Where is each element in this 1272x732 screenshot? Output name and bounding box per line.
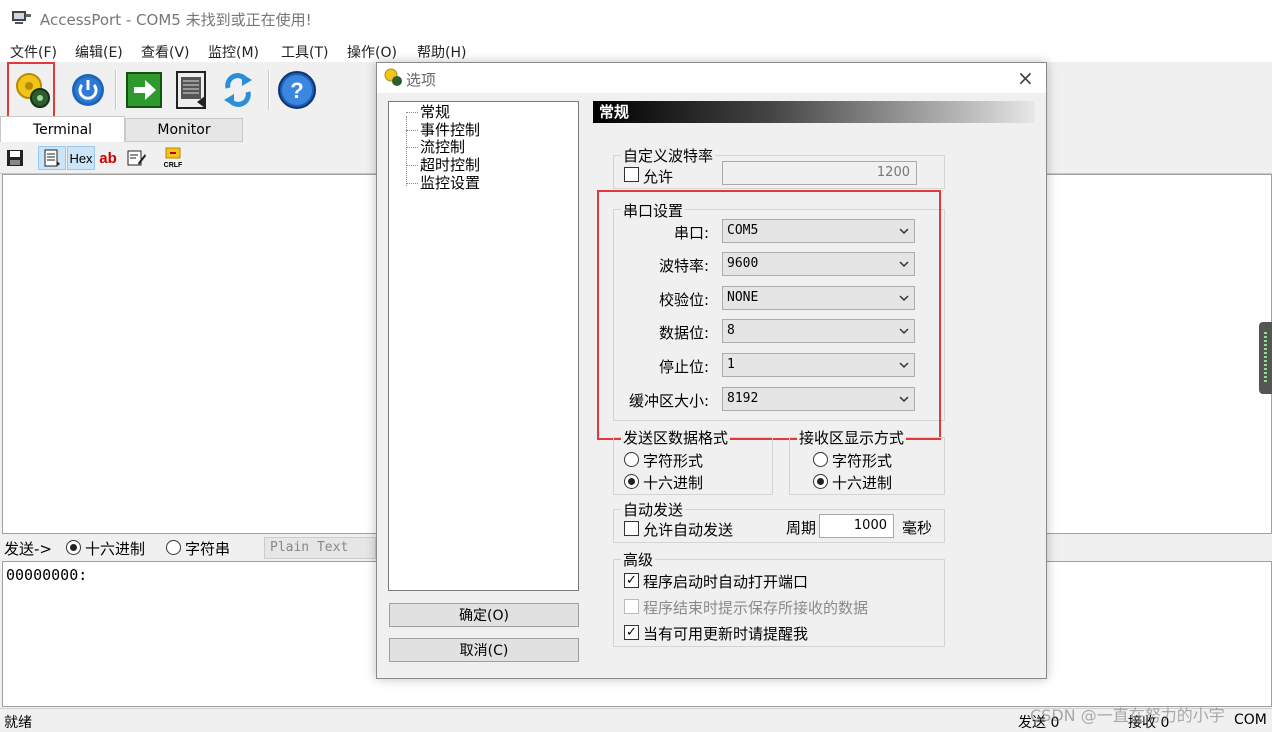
send-content: 00000000: [6,566,88,584]
send-char-label: 字符形式 [643,452,704,470]
send-hex-format-radio[interactable] [624,474,639,489]
update-remind-label: 当有可用更新时请提醒我 [643,625,809,643]
custom-baud-label: 允许 [643,168,674,186]
recv-format-title: 接收区显示方式 [797,427,907,448]
custom-baud-input[interactable]: 1200 [722,161,917,185]
help-button[interactable]: ? [275,68,319,112]
period-input[interactable]: 1000 [819,514,894,538]
menu-view[interactable]: 查看(V) [141,42,190,62]
tree-item-general[interactable]: 常规 [420,104,450,121]
section-header: 常规 [593,101,1035,123]
edit-button[interactable] [126,146,148,170]
connect-button[interactable] [122,68,166,112]
tree-item-flow[interactable]: 流控制 [420,139,465,156]
window-title: AccessPort - COM5 未找到或正在使用! [40,11,312,29]
document-icon [176,71,206,109]
close-icon[interactable]: × [1017,66,1034,90]
period-label: 周期 [786,519,817,537]
toolbar-separator [268,70,270,110]
format-button[interactable] [38,146,66,170]
save-button[interactable] [4,146,26,170]
help-icon: ? [278,71,316,109]
save-icon [7,150,23,166]
save-prompt-checkbox [624,599,639,614]
recv-char-radio[interactable] [813,452,828,467]
recv-hex-label: 十六进制 [832,474,893,492]
auto-send-checkbox[interactable] [624,521,639,536]
send-hex-format-label: 十六进制 [643,474,704,492]
send-string-radio[interactable] [166,540,181,555]
auto-send-label: 允许自动发送 [643,521,734,539]
text-toggle-button[interactable]: ab [97,146,119,170]
watermark: CSDN @一直在努力的小宇 [1030,706,1225,725]
menu-tools[interactable]: 工具(T) [281,42,328,62]
power-icon [72,74,104,106]
ok-button[interactable]: 确定(O) [389,603,579,627]
options-tree: 常规 事件控制 流控制 超时控制 监控设置 [388,101,579,591]
refresh-icon [224,73,252,107]
menu-help[interactable]: 帮助(H) [417,42,466,62]
send-string-label: 字符串 [185,540,231,558]
serial-highlight [597,190,941,440]
app-icon [12,11,31,24]
tree-item-timeout[interactable]: 超时控制 [420,157,480,174]
auto-send-title: 自动发送 [621,499,686,520]
tab-monitor[interactable]: Monitor [125,118,243,142]
refresh-button[interactable] [216,68,260,112]
tree-item-monitor[interactable]: 监控设置 [420,175,480,192]
tab-terminal[interactable]: Terminal [0,116,125,142]
options-highlight [7,62,55,122]
auto-open-checkbox[interactable]: ✓ [624,573,639,588]
options-dialog: 选项 × 常规 事件控制 流控制 超时控制 监控设置 确定(O) 取消(C) 常… [376,62,1047,679]
menu-file[interactable]: 文件(F) [10,42,57,62]
list-icon [44,149,60,167]
document-button[interactable] [170,68,214,112]
send-char-radio[interactable] [624,452,639,467]
auto-open-label: 程序启动时自动打开端口 [643,573,809,591]
crlf-button[interactable]: CRLF [161,146,185,170]
status-text: 就绪 [4,715,32,731]
svg-text:CRLF: CRLF [164,162,183,169]
update-remind-checkbox[interactable]: ✓ [624,625,639,640]
send-label: 发送-> [4,540,52,558]
dialog-title: 选项 [406,71,437,89]
crlf-icon: CRLF [164,147,183,169]
options-icon [384,68,402,86]
port-status: COM [1234,712,1267,728]
menu-monitor[interactable]: 监控(M) [208,42,259,62]
edit-icon [127,150,146,166]
level-meter [1259,322,1272,394]
svg-text:?: ? [290,78,303,103]
recv-char-label: 字符形式 [832,452,893,470]
send-format-title: 发送区数据格式 [621,427,731,448]
save-prompt-label: 程序结束时提示保存所接收的数据 [643,599,869,617]
tree-item-events[interactable]: 事件控制 [420,122,480,139]
send-hex-radio[interactable] [66,540,81,555]
title-bar: AccessPort - COM5 未找到或正在使用! [0,0,1272,38]
dialog-title-bar: 选项 × [377,63,1046,93]
send-hex-label: 十六进制 [85,540,146,558]
power-button[interactable] [66,68,110,112]
send-format-select[interactable]: Plain Text [264,537,376,559]
recv-hex-radio[interactable] [813,474,828,489]
advanced-title: 高级 [621,549,656,570]
hex-toggle-button[interactable]: Hex [67,146,95,170]
custom-baud-title: 自定义波特率 [621,145,716,166]
cancel-button[interactable]: 取消(C) [389,638,579,662]
send-format-value: Plain Text [270,540,349,555]
menu-bar: 文件(F) 编辑(E) 查看(V) 监控(M) 工具(T) 操作(O) 帮助(H… [0,38,1272,62]
period-unit: 毫秒 [902,519,933,537]
toolbar-separator [115,70,117,110]
arrow-right-icon [126,72,162,108]
menu-operate[interactable]: 操作(O) [347,42,397,62]
custom-baud-checkbox[interactable] [624,167,639,182]
menu-edit[interactable]: 编辑(E) [75,42,123,62]
